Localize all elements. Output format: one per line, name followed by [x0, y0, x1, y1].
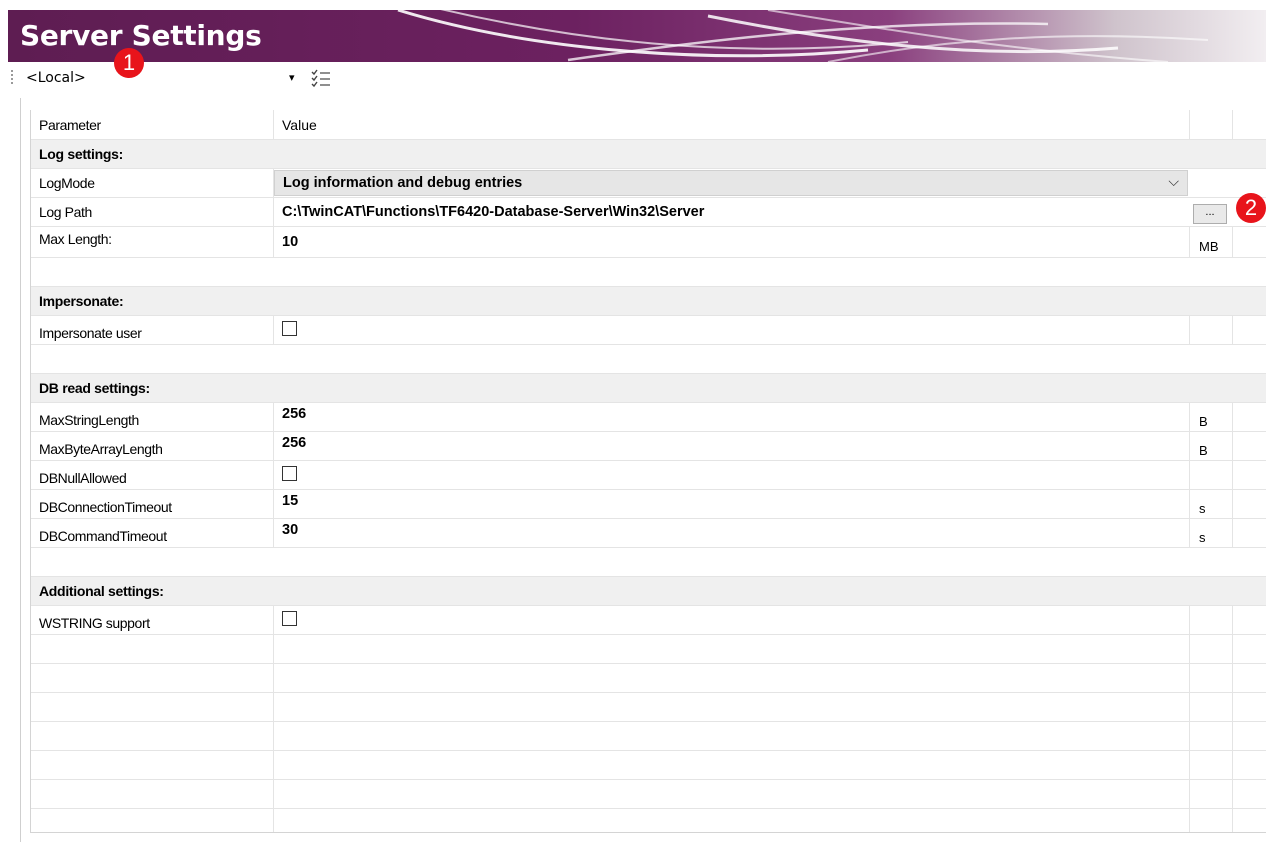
spacer-row — [31, 548, 1266, 577]
header-parameter: Parameter — [31, 110, 274, 139]
section-title: DB read settings: — [39, 380, 150, 396]
max-length-value[interactable]: 10 — [274, 227, 1190, 257]
logmode-value: Log information and debug entries — [283, 175, 523, 191]
chevron-down-icon[interactable]: ⌵ — [1168, 173, 1179, 190]
unit-cell — [1190, 461, 1233, 489]
empty-row — [31, 664, 1266, 693]
empty-row — [31, 693, 1266, 722]
param-label: DBNullAllowed — [31, 461, 274, 489]
spacer-row — [31, 345, 1266, 374]
row-logmode: LogMode Log information and debug entrie… — [31, 169, 1266, 198]
unit-label: MB — [1190, 227, 1233, 257]
param-label: Impersonate user — [31, 316, 274, 344]
browse-button[interactable]: ... — [1193, 204, 1227, 224]
empty-row — [31, 722, 1266, 751]
row-db-connection-timeout: DBConnectionTimeout 15 s — [31, 490, 1266, 519]
param-label: Log Path — [31, 198, 274, 226]
row-wstring-support: WSTRING support — [31, 606, 1266, 635]
param-label: MaxByteArrayLength — [31, 432, 274, 460]
callout-badge-1: 1 — [114, 48, 144, 78]
window-title: Server Settings — [20, 19, 262, 52]
toolbar: <Local> ▾ — [8, 62, 1266, 94]
row-max-byte-array-length: MaxByteArrayLength 256 B — [31, 432, 1266, 461]
unit-label: B — [1190, 403, 1233, 431]
empty-row — [31, 809, 1266, 832]
unit-label: s — [1190, 519, 1233, 547]
property-grid: Parameter Value Log settings: LogMode Lo… — [30, 110, 1266, 833]
impersonate-user-checkbox[interactable] — [282, 320, 297, 336]
value-cell — [274, 316, 1190, 344]
db-connection-timeout-value[interactable]: 15 — [274, 490, 1190, 518]
value-cell — [274, 606, 1190, 634]
callout-badge-2: 2 — [1236, 193, 1266, 223]
section-impersonate: Impersonate: — [31, 287, 1266, 316]
grid-header-row: Parameter Value — [31, 110, 1266, 140]
row-log-path: Log Path C:\TwinCAT\Functions\TF6420-Dat… — [31, 198, 1266, 227]
value-cell — [274, 461, 1190, 489]
param-label: MaxStringLength — [31, 403, 274, 431]
row-db-null-allowed: DBNullAllowed — [31, 461, 1266, 490]
param-label: DBCommandTimeout — [31, 519, 274, 547]
empty-row — [31, 780, 1266, 809]
db-command-timeout-value[interactable]: 30 — [274, 519, 1190, 547]
logmode-select[interactable]: Log information and debug entries ⌵ — [274, 170, 1188, 196]
empty-row — [31, 751, 1266, 780]
header-unit — [1190, 110, 1233, 139]
param-label: DBConnectionTimeout — [31, 490, 274, 518]
wstring-support-checkbox[interactable] — [282, 610, 297, 626]
row-impersonate-user: Impersonate user — [31, 316, 1266, 345]
section-title: Log settings: — [39, 146, 123, 162]
section-db-read-settings: DB read settings: — [31, 374, 1266, 403]
server-select[interactable]: <Local> ▾ — [26, 66, 306, 90]
param-label: Max Length: — [31, 227, 274, 257]
param-label: WSTRING support — [31, 606, 274, 634]
row-max-string-length: MaxStringLength 256 B — [31, 403, 1266, 432]
max-byte-array-length-value[interactable]: 256 — [274, 432, 1190, 460]
row-max-length: Max Length: 10 MB — [31, 227, 1266, 258]
db-null-allowed-checkbox[interactable] — [282, 465, 297, 481]
spacer-row — [31, 258, 1266, 287]
section-log-settings: Log settings: — [31, 140, 1266, 169]
title-bar: Server Settings — [8, 10, 1266, 62]
toolbar-grip[interactable] — [11, 70, 13, 86]
param-label: LogMode — [31, 169, 274, 197]
log-path-value[interactable]: C:\TwinCAT\Functions\TF6420-Database-Ser… — [274, 198, 1184, 226]
unit-label: B — [1190, 432, 1233, 460]
empty-row — [31, 635, 1266, 664]
row-db-command-timeout: DBCommandTimeout 30 s — [31, 519, 1266, 548]
section-title: Impersonate: — [39, 293, 124, 309]
unit-cell — [1190, 316, 1233, 344]
server-select-value: <Local> — [26, 70, 86, 86]
max-string-length-value[interactable]: 256 — [274, 403, 1190, 431]
unit-label: s — [1190, 490, 1233, 518]
section-title: Additional settings: — [39, 583, 164, 599]
unit-cell — [1190, 606, 1233, 634]
chevron-down-icon[interactable]: ▾ — [289, 66, 295, 90]
section-additional-settings: Additional settings: — [31, 577, 1266, 606]
header-value: Value — [274, 110, 1190, 139]
checklist-icon[interactable] — [310, 68, 332, 88]
